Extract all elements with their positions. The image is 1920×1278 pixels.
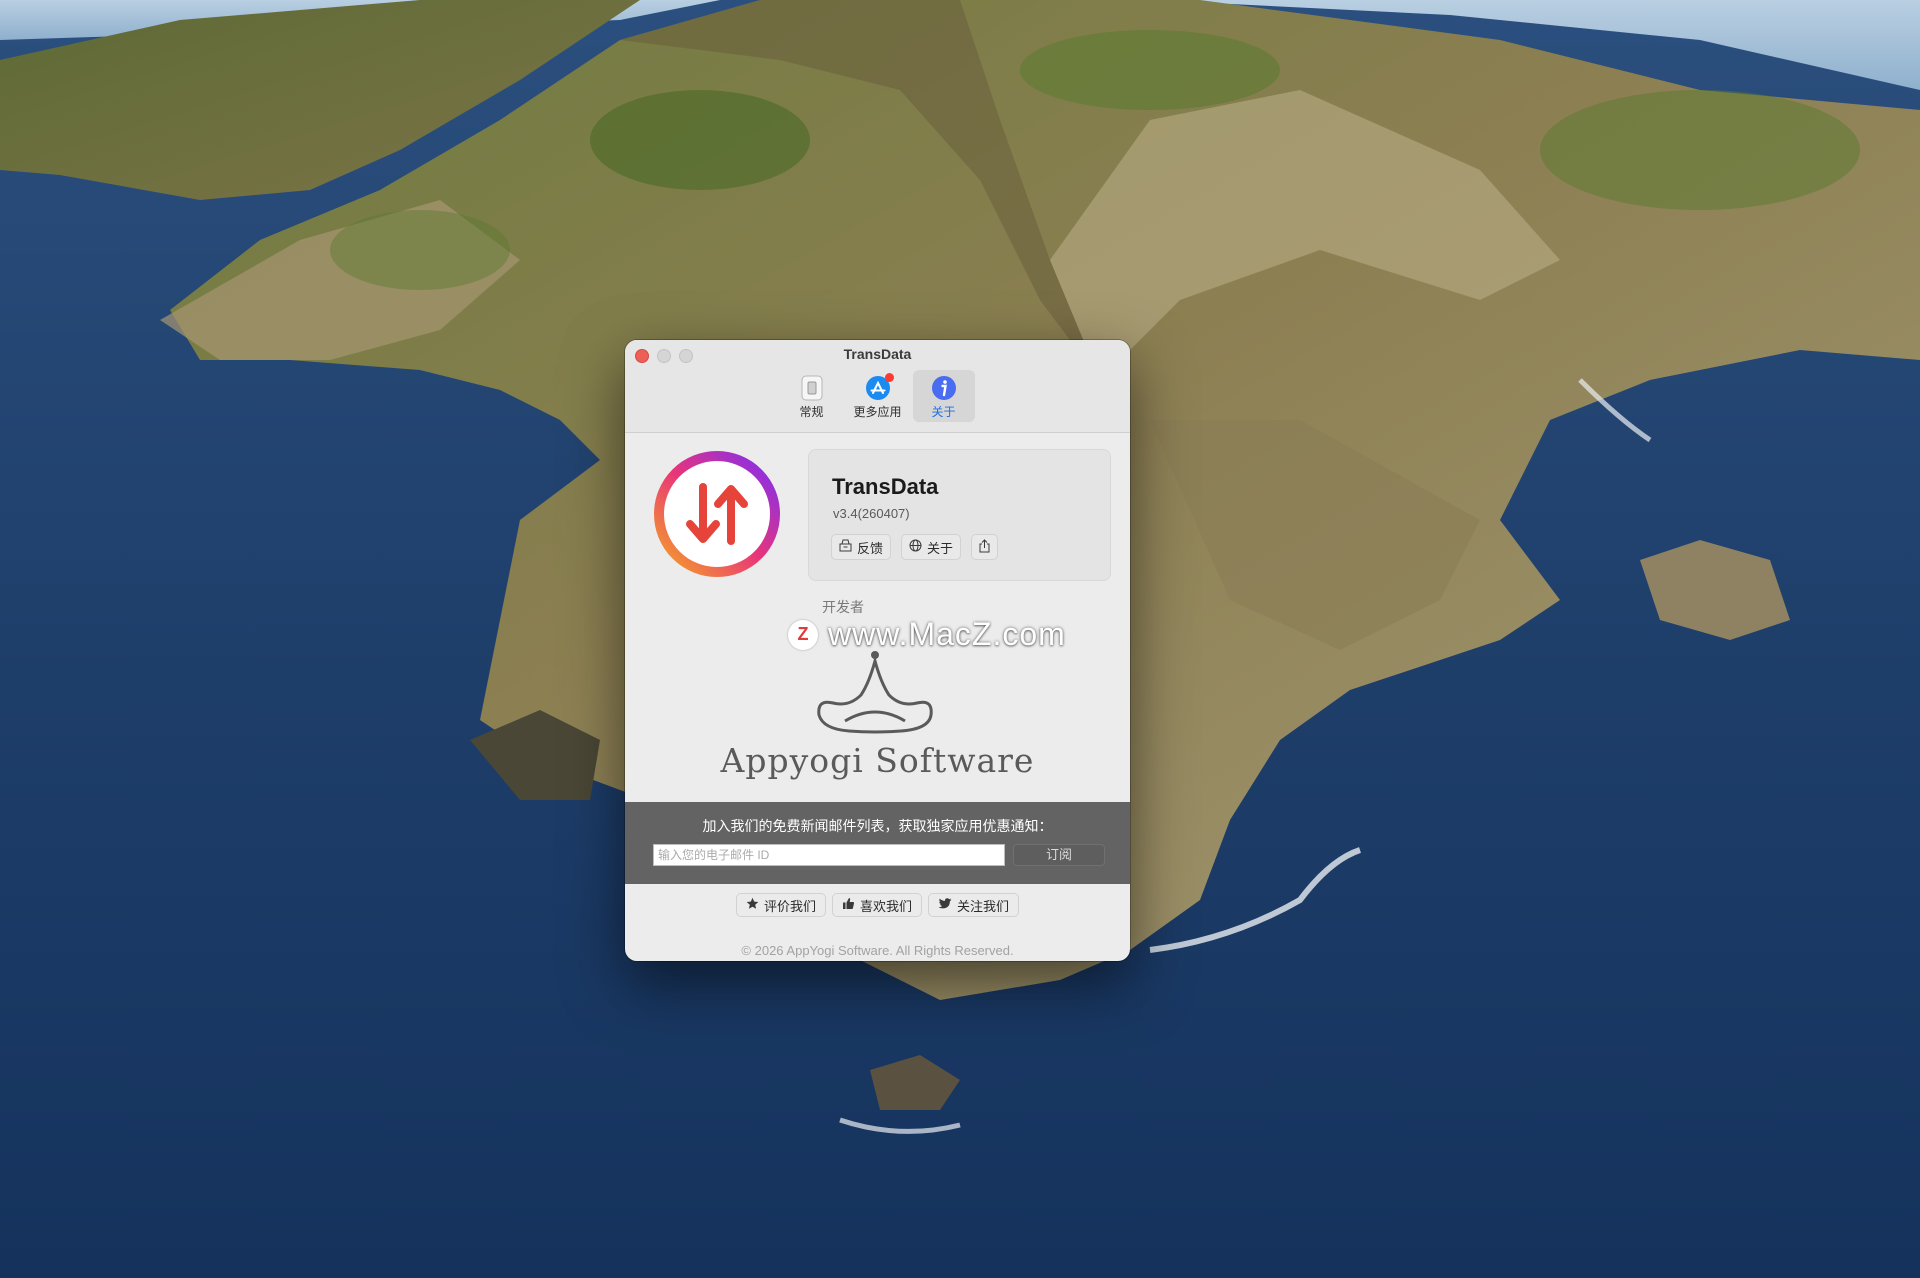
follow-us-label: 关注我们	[957, 898, 1010, 914]
like-us-button[interactable]: 喜欢我们	[831, 893, 922, 917]
share-button[interactable]	[971, 534, 999, 560]
rate-us-label: 评价我们	[763, 898, 816, 914]
follow-us-button[interactable]: 关注我们	[928, 893, 1020, 917]
app-version: v3.4(260407)	[833, 506, 910, 521]
tab-about[interactable]: 关于	[912, 370, 975, 422]
preferences-toolbar: 常规 更多应用 关于	[625, 370, 1130, 422]
about-link-label: 关于	[927, 540, 954, 556]
tab-more-apps[interactable]: 更多应用	[847, 370, 909, 422]
feedback-button[interactable]: 反馈	[831, 534, 892, 560]
title-bar: TransData 常规 更多应用 关于	[625, 340, 1130, 433]
app-name: TransData	[832, 474, 939, 499]
newsletter-section: 加入我们的免费新闻邮件列表，获取独家应用优惠通知： 输入您的电子邮件 ID 订阅	[625, 802, 1130, 884]
email-field[interactable]: 输入您的电子邮件 ID	[653, 844, 1005, 866]
tab-about-label: 关于	[931, 405, 956, 419]
thumbs-up-icon	[842, 897, 855, 913]
notification-badge	[884, 373, 894, 382]
about-link-button[interactable]: 关于	[901, 534, 962, 560]
twitter-icon	[938, 897, 952, 913]
share-icon	[978, 538, 991, 556]
feedback-label: 反馈	[857, 540, 884, 556]
tab-general-label: 常规	[799, 405, 824, 419]
copyright-text: © 2026 AppYogi Software. All Rights Rese…	[741, 943, 1014, 958]
app-info-actions: 反馈 关于	[831, 534, 999, 560]
tab-general[interactable]: 常规	[781, 370, 843, 422]
globe-icon	[909, 539, 922, 555]
star-icon	[746, 897, 759, 913]
info-icon	[930, 374, 958, 402]
developer-name: Appyogi Software	[720, 741, 1035, 780]
developer-label: 开发者	[822, 599, 864, 615]
tab-more-apps-label: 更多应用	[853, 405, 902, 419]
newsletter-text: 加入我们的免费新闻邮件列表，获取独家应用优惠通知：	[702, 818, 1053, 834]
developer-logo	[817, 651, 933, 734]
feedback-icon	[839, 539, 852, 555]
window-title: TransData	[843, 346, 912, 362]
rate-us-button[interactable]: 评价我们	[735, 893, 826, 917]
about-content: TransData v3.4(260407) 反馈 关于 开发者 Z www.M…	[625, 433, 1130, 865]
social-buttons: 评价我们 喜欢我们 关注我们	[625, 893, 1130, 917]
subscribe-button[interactable]: 订阅	[1013, 844, 1105, 866]
like-us-label: 喜欢我们	[859, 898, 912, 914]
about-window: TransData 常规 更多应用 关于 TransData v3.4(2604…	[625, 340, 1130, 961]
phone-icon	[798, 374, 826, 402]
app-info-card: TransData v3.4(260407) 反馈 关于	[808, 449, 1111, 581]
app-logo	[654, 451, 780, 577]
